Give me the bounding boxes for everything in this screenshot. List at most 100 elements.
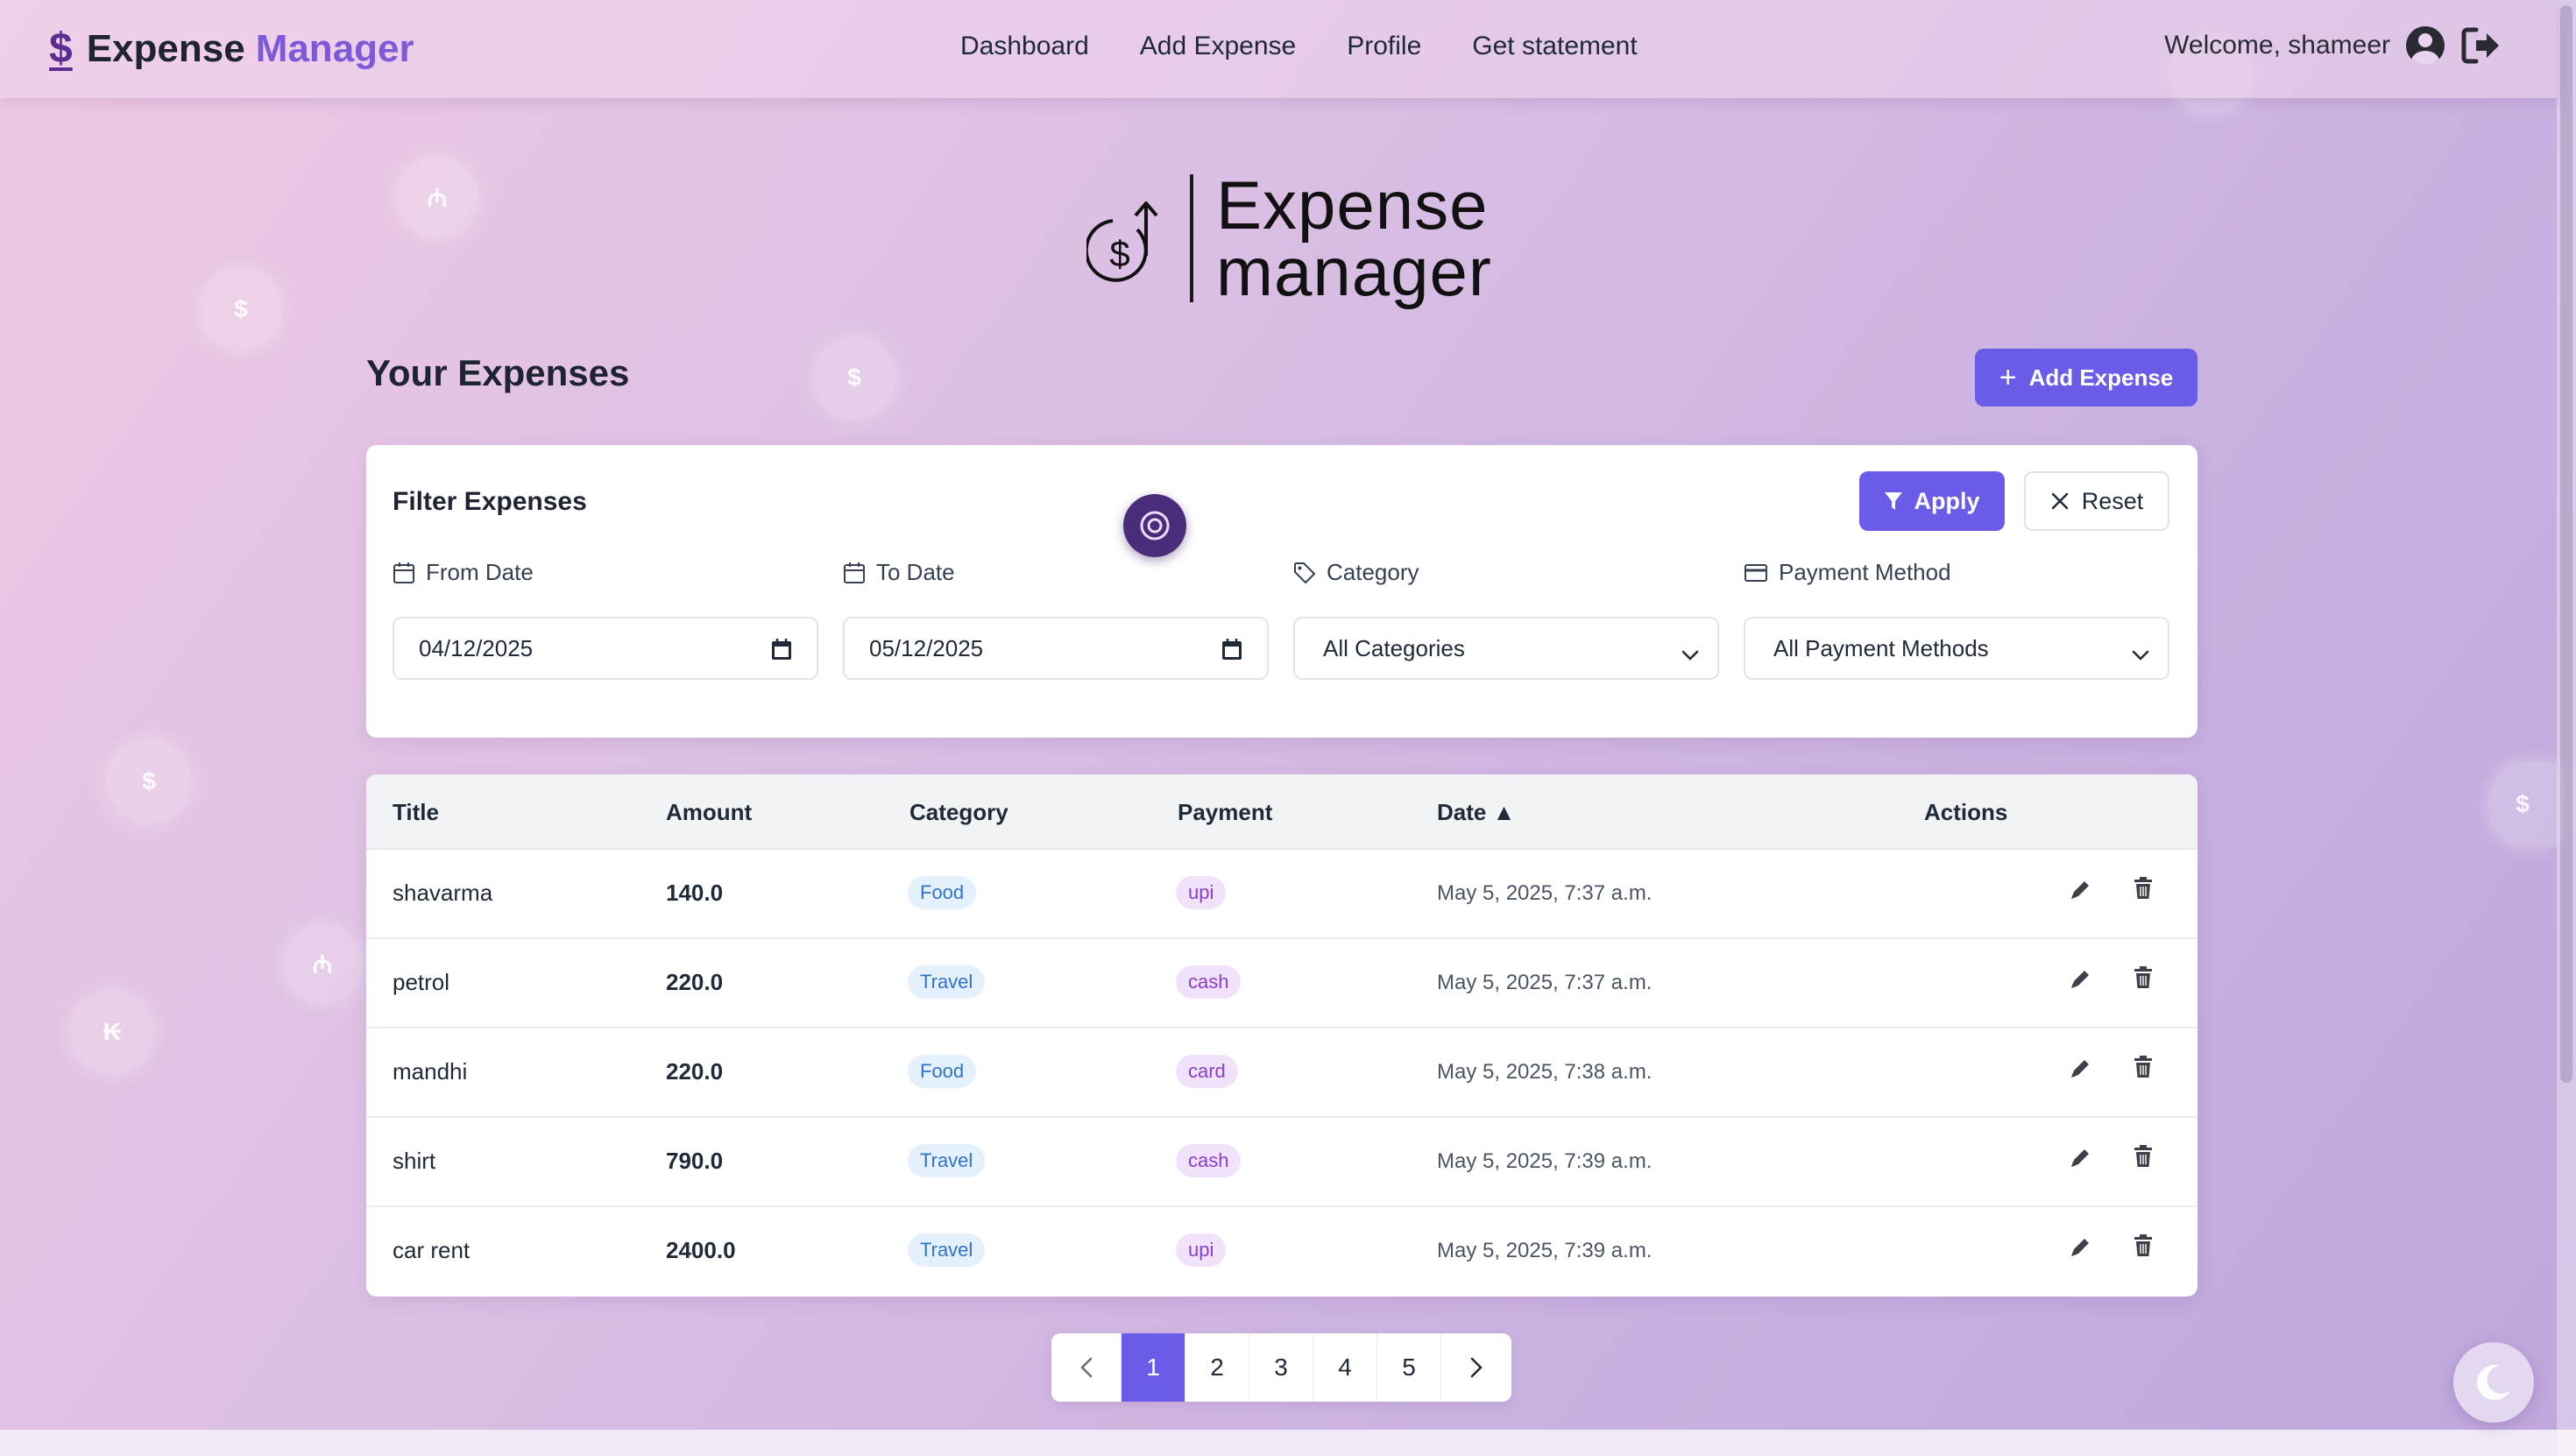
apply-filter-button[interactable]: Apply (1859, 471, 2005, 531)
payment-badge: upi (1176, 876, 1227, 909)
payment-method-select-value: All Payment Methods (1773, 634, 1989, 661)
filter-icon (1884, 491, 1903, 512)
trash-icon[interactable] (2133, 1144, 2154, 1173)
nav-link-add-expense[interactable]: Add Expense (1140, 32, 1296, 61)
reset-filter-button[interactable]: Reset (2024, 471, 2169, 531)
page-button-4[interactable]: 4 (1313, 1333, 1377, 1402)
moon-icon (2473, 1362, 2514, 1403)
floating-currency-bubble: ₼ (282, 923, 363, 1004)
logout-icon[interactable] (2460, 26, 2502, 65)
category-badge: Travel (908, 965, 986, 999)
credit-card-icon (1744, 562, 1768, 583)
apply-label: Apply (1914, 487, 1980, 514)
dollar-icon: $ (49, 25, 73, 72)
to-date-label-text: To Date (876, 559, 955, 585)
expense-date: May 5, 2025, 7:37 a.m. (1437, 971, 1652, 994)
payment-badge: upi (1176, 1233, 1227, 1267)
payment-badge: cash (1176, 965, 1242, 999)
navbar: $ Expense Manager Dashboard Add Expense … (0, 0, 2557, 98)
to-date-input[interactable]: 05/12/2025 (843, 617, 1269, 680)
payment-badge: cash (1176, 1144, 1242, 1177)
money-up-icon: $ (1086, 194, 1165, 282)
scrollbar-thumb[interactable] (2560, 5, 2572, 1083)
calendar-picker-icon[interactable] (771, 638, 792, 667)
trash-icon[interactable] (2133, 1233, 2154, 1262)
vertical-scrollbar[interactable] (2557, 0, 2576, 1456)
page-button-1[interactable]: 1 (1122, 1333, 1185, 1402)
nav-link-get-statement[interactable]: Get statement (1472, 32, 1637, 61)
table-row: petrol 220.0 Travel cash May 5, 2025, 7:37 a… (366, 939, 2197, 1028)
edit-icon[interactable] (2068, 1146, 2092, 1175)
nav-link-dashboard[interactable]: Dashboard (960, 32, 1089, 61)
edit-icon[interactable] (2068, 1057, 2092, 1085)
expense-amount: 220.0 (666, 969, 724, 995)
page-bottom-strip (0, 1430, 2576, 1456)
expense-date: May 5, 2025, 7:37 a.m. (1437, 881, 1652, 905)
expense-title: petrol (393, 969, 450, 995)
brand-logo[interactable]: $ Expense Manager (49, 25, 414, 73)
expense-amount: 2400.0 (666, 1237, 736, 1263)
trash-icon[interactable] (2133, 965, 2154, 994)
add-expense-button[interactable]: + Add Expense (1975, 349, 2197, 406)
expense-date: May 5, 2025, 7:39 a.m. (1437, 1239, 1652, 1262)
pagination: 1 2 3 4 5 (1051, 1333, 1511, 1402)
category-badge: Travel (908, 1233, 986, 1267)
column-header-category[interactable]: Category (909, 799, 1008, 826)
brand-name-part1: Expense (86, 26, 245, 70)
hero-title-line1: Expense (1216, 166, 1489, 244)
category-label-text: Category (1327, 559, 1419, 585)
floating-currency-bubble: $ (107, 739, 191, 823)
payment-method-select[interactable]: All Payment Methods (1744, 617, 2169, 680)
edit-icon[interactable] (2068, 878, 2092, 907)
column-header-title[interactable]: Title (393, 799, 439, 826)
previous-page-button[interactable] (1051, 1333, 1122, 1402)
page-button-2[interactable]: 2 (1185, 1333, 1249, 1402)
filter-card: Filter Expenses Apply Reset From Date To… (366, 445, 2197, 738)
table-header: Title Amount Category Payment Date ▲ Act… (366, 774, 2197, 850)
user-area: Welcome, shameer (2164, 26, 2502, 65)
page-button-3[interactable]: 3 (1249, 1333, 1313, 1402)
user-circle-icon[interactable] (2406, 26, 2445, 65)
nav-link-profile[interactable]: Profile (1347, 32, 1421, 61)
trash-icon[interactable] (2133, 1055, 2154, 1084)
expense-title: shirt (393, 1148, 436, 1174)
table-row: car rent 2400.0 Travel upi May 5, 2025, 7:39… (366, 1207, 2197, 1297)
column-header-amount[interactable]: Amount (666, 799, 752, 826)
close-icon (2050, 491, 2070, 511)
category-select[interactable]: All Categories (1293, 617, 1719, 680)
hero-title: Expense manager (1216, 166, 1492, 306)
edit-icon[interactable] (2068, 1235, 2092, 1264)
nav-links: Dashboard Add Expense Profile Get statem… (960, 32, 1638, 61)
table-row: mandhi 220.0 Food card May 5, 2025, 7:38 a.m… (366, 1028, 2197, 1118)
column-header-date[interactable]: Date ▲ (1437, 799, 1515, 826)
dark-mode-toggle[interactable] (2453, 1342, 2534, 1423)
edit-icon[interactable] (2068, 967, 2092, 996)
add-expense-label: Add Expense (2028, 364, 2174, 391)
calendar-icon (393, 562, 415, 584)
page-button-5[interactable]: 5 (1377, 1333, 1441, 1402)
table-row: shavarma 140.0 Food upi May 5, 2025, 7:37 a.… (366, 850, 2197, 939)
floating-currency-bubble: $ (200, 268, 282, 350)
expense-date: May 5, 2025, 7:39 a.m. (1437, 1149, 1652, 1173)
expense-title: car rent (393, 1237, 471, 1263)
trash-icon[interactable] (2133, 876, 2154, 905)
category-badge: Food (908, 1055, 977, 1088)
calendar-icon (843, 562, 866, 584)
brand-name-part2: Manager (255, 26, 414, 70)
tag-icon (1293, 562, 1316, 584)
category-badge: Travel (908, 1144, 986, 1177)
column-header-payment[interactable]: Payment (1178, 799, 1272, 826)
from-date-value: 04/12/2025 (419, 634, 534, 661)
category-badge: Food (908, 876, 977, 909)
reset-label: Reset (2081, 487, 2144, 514)
expense-amount: 140.0 (666, 880, 724, 906)
page-title: Your Expenses (366, 352, 630, 393)
payment-badge: card (1176, 1055, 1238, 1088)
next-page-button[interactable] (1441, 1333, 1511, 1402)
expenses-table: Title Amount Category Payment Date ▲ Act… (366, 774, 2197, 1297)
calendar-picker-icon[interactable] (1221, 638, 1242, 667)
from-date-input[interactable]: 04/12/2025 (393, 617, 818, 680)
from-date-label-text: From Date (426, 559, 534, 585)
to-date-value: 05/12/2025 (869, 634, 984, 661)
floating-currency-bubble: ₼ (396, 156, 478, 238)
